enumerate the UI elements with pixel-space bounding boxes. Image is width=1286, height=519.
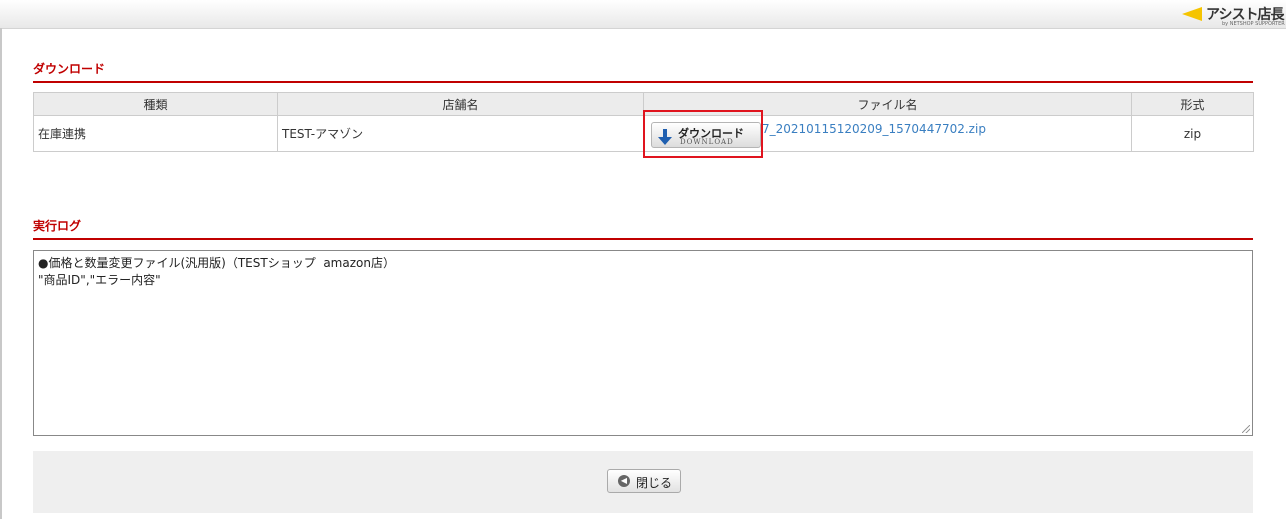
left-border <box>0 28 2 519</box>
top-bar: アシスト店長 by NETSHOP SUPPORTER <box>0 0 1286 29</box>
close-button[interactable]: ◀ 閉じる <box>607 469 681 493</box>
footer-bar: ◀ 閉じる <box>33 451 1253 513</box>
download-button-sublabel: DOWNLOAD <box>680 138 734 146</box>
close-button-label: 閉じる <box>636 476 673 490</box>
column-header-format: 形式 <box>1131 92 1254 116</box>
cell-shop: TEST-アマゾン <box>277 115 644 152</box>
logo-subtext: by NETSHOP SUPPORTER <box>1222 21 1285 27</box>
logo-dot <box>1195 11 1201 17</box>
file-link[interactable]: 7_20210115120209_1570447702.zip <box>762 122 986 136</box>
download-section-title: ダウンロード <box>33 60 1253 83</box>
table-row: 在庫連携 TEST-アマゾン ダウンロード DOWNLOAD 7_2021011… <box>33 115 1254 152</box>
cell-type: 在庫連携 <box>33 115 278 152</box>
resize-handle-icon[interactable] <box>1242 425 1250 433</box>
app-logo: アシスト店長 by NETSHOP SUPPORTER <box>1182 4 1285 27</box>
column-header-type: 種類 <box>33 92 278 116</box>
download-button[interactable]: ダウンロード DOWNLOAD <box>651 122 761 148</box>
back-arrow-icon: ◀ <box>618 475 630 487</box>
cell-filename: ダウンロード DOWNLOAD 7_20210115120209_1570447… <box>643 115 1132 152</box>
column-header-filename: ファイル名 <box>643 92 1132 116</box>
download-table: 種類 店舗名 ファイル名 形式 在庫連携 TEST-アマゾン ダウンロード DO… <box>33 92 1254 152</box>
log-section-title: 実行ログ <box>33 217 1253 240</box>
log-content: ●価格と数量変更ファイル(汎用版)（TESTショップ amazon店） "商品I… <box>38 256 395 287</box>
cell-format: zip <box>1131 115 1254 152</box>
column-header-shop: 店舗名 <box>277 92 644 116</box>
table-header-row: 種類 店舗名 ファイル名 形式 <box>33 92 1254 116</box>
log-textarea[interactable]: ●価格と数量変更ファイル(汎用版)（TESTショップ amazon店） "商品I… <box>33 250 1253 436</box>
download-arrow-icon <box>658 129 672 145</box>
